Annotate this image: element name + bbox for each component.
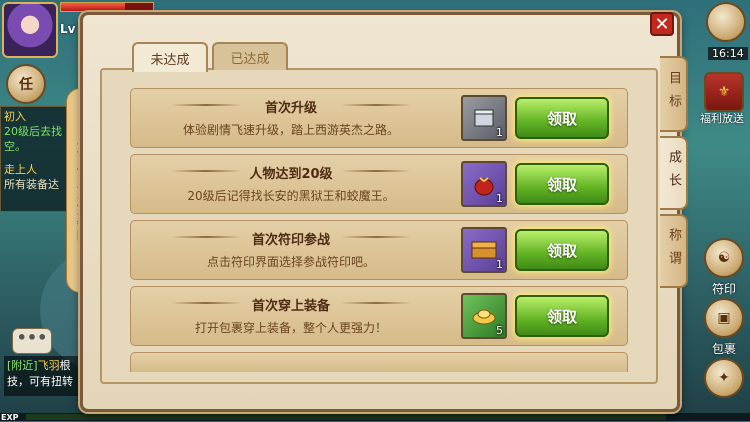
bag-icon[interactable]: ▣ <box>704 298 744 338</box>
side-tab-label: 成长 <box>666 150 681 196</box>
item-count: 5 <box>496 324 503 337</box>
claim-button-label: 领取 <box>546 109 577 128</box>
achievement-desc: 点击符印界面选择参战符印吧。 <box>206 255 375 269</box>
red-pouch-icon[interactable]: 1 <box>461 161 507 207</box>
claim-button-label: 领取 <box>546 175 577 194</box>
close-button[interactable]: ✕ <box>650 12 674 36</box>
silver-box-icon[interactable]: 1 <box>461 95 507 141</box>
quest-text: 所有装备达 <box>4 178 59 191</box>
claim-button[interactable]: 领取 <box>515 229 609 271</box>
bag-label: 包裹 <box>712 342 737 356</box>
achievement-title: 首次升级 <box>264 101 317 116</box>
player-avatar[interactable] <box>2 2 58 58</box>
red-pouch-icon <box>474 177 494 196</box>
chat-name: 飞羽 <box>37 359 60 372</box>
quest-text: 20级后去找 <box>4 125 62 138</box>
claim-button[interactable]: 领取 <box>515 97 609 139</box>
tab-complete[interactable]: 已达成 <box>212 42 288 70</box>
achievement-title: 首次穿上装备 <box>251 299 330 314</box>
rune-label: 符印 <box>712 282 737 296</box>
level-label: Lv <box>60 22 76 36</box>
achievement-desc: 打开包裹穿上装备，整个人更强力！ <box>194 321 387 335</box>
quest-title: 初入 <box>4 110 26 123</box>
side-tab-goal[interactable]: 目标 <box>660 56 688 132</box>
hp-bar <box>60 2 154 12</box>
quest-button-label: 任 <box>19 77 33 93</box>
side-tab-label: 目标 <box>666 71 681 117</box>
welfare-icon[interactable]: ⚜ <box>704 72 744 112</box>
skill-icon[interactable]: ✦ <box>704 358 744 398</box>
side-tab-label: 称谓 <box>666 228 681 274</box>
chat-bubble-label: ••• <box>16 328 48 347</box>
gold-ingot-icon <box>472 309 496 325</box>
quest-tracker[interactable]: 初入 20级后去找 空。 走上人 所有装备达 <box>0 106 70 212</box>
claim-button[interactable]: 领取 <box>515 163 609 205</box>
chat-text: 根 <box>59 359 71 372</box>
quest-text: 空。 <box>4 140 26 153</box>
tab-label: 已达成 <box>230 51 270 67</box>
chat-channel: [附近] <box>7 359 38 372</box>
achievement-title: 首次符印参战 <box>251 233 330 248</box>
achievement-desc: 体验剧情飞速升级，踏上西游英杰之路。 <box>182 123 399 137</box>
list-item: 首次升级 体验剧情飞速升级，踏上西游英杰之路。 1 领取 <box>130 88 628 148</box>
chat-button[interactable]: ••• <box>12 328 52 354</box>
gold-ingot-icon[interactable]: 5 <box>461 293 507 339</box>
quest-button[interactable]: 任 <box>6 64 46 104</box>
list-item: 首次符印参战 点击符印界面选择参战符印吧。 1 领取 <box>130 220 628 280</box>
list-item: 人物达到20级 20级后记得找长安的黑狱王和蛟魔王。 1 领取 <box>130 154 628 214</box>
chat-text: 技，可有扭转 <box>7 375 73 388</box>
tab-incomplete[interactable]: 未达成 <box>132 42 208 72</box>
list-item: 首次穿上装备 打开包裹穿上装备，整个人更强力！ 5 领取 <box>130 286 628 346</box>
achievement-desc: 20级后记得找长安的黑狱王和蛟魔王。 <box>187 189 395 203</box>
quest-title: 走上人 <box>4 163 37 176</box>
rune-icon[interactable]: ☯ <box>704 238 744 278</box>
list-item <box>130 352 628 372</box>
item-count: 1 <box>496 258 503 271</box>
claim-button[interactable]: 领取 <box>515 295 609 337</box>
claim-button-label: 领取 <box>546 241 577 260</box>
welfare-label: 福利放送 <box>700 112 744 125</box>
exp-bar: EXP <box>0 413 750 422</box>
clock: 16:14 <box>708 47 748 60</box>
item-count: 1 <box>496 126 503 139</box>
silver-box-icon <box>474 109 494 127</box>
chest-icon[interactable]: 1 <box>461 227 507 273</box>
exp-fill <box>26 414 666 420</box>
claim-button-label: 领取 <box>546 307 577 326</box>
item-count: 1 <box>496 192 503 205</box>
chat-log[interactable]: [附近]飞羽根 技，可有扭转 <box>4 356 80 396</box>
tab-label: 未达成 <box>150 52 190 68</box>
chest-icon <box>471 241 497 259</box>
side-tab-title[interactable]: 称谓 <box>660 214 688 288</box>
achievement-title: 人物达到20级 <box>249 167 333 182</box>
close-icon: ✕ <box>654 13 670 35</box>
menu-button[interactable] <box>706 2 746 42</box>
side-tab-growth[interactable]: 成长 <box>660 136 688 210</box>
